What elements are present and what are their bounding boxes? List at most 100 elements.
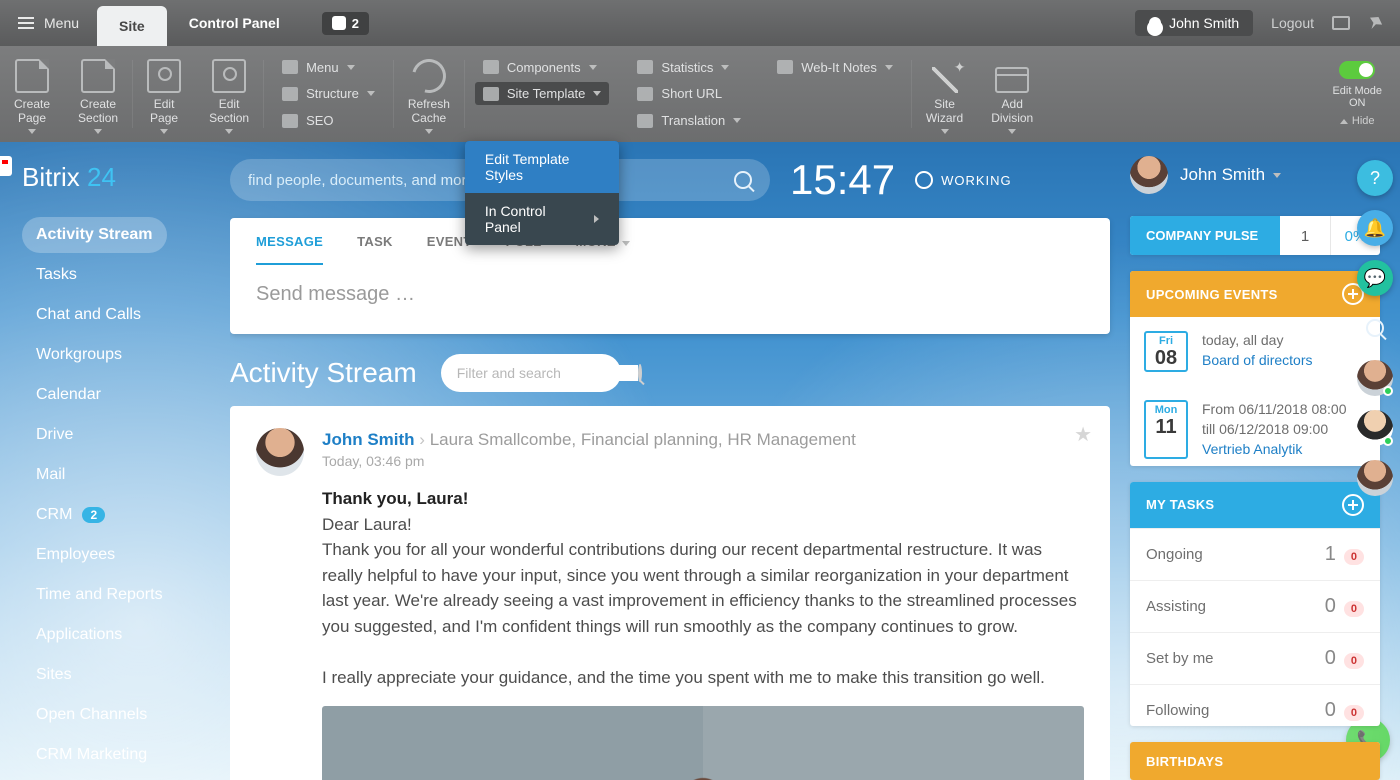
ribbon-short-url[interactable]: Short URL — [629, 82, 749, 105]
sidebar-item-chat-and-calls[interactable]: Chat and Calls — [22, 297, 155, 333]
composer-tab-message[interactable]: MESSAGE — [256, 234, 323, 265]
composer-input[interactable]: Send message … — [230, 265, 1110, 334]
avatar[interactable] — [256, 428, 304, 476]
ribbon-translation[interactable]: Translation — [629, 109, 749, 132]
task-row[interactable]: Following00 — [1130, 684, 1380, 727]
composer: MESSAGETASKEVENTPOLLMORE Send message … — [230, 218, 1110, 334]
create-section-button[interactable]: Create Section — [64, 46, 132, 142]
brand-logo[interactable]: Bitrix 24 — [22, 162, 230, 193]
create-page-button[interactable]: Create Page — [0, 46, 64, 142]
event-link[interactable]: Board of directors — [1202, 352, 1313, 368]
avatar[interactable] — [1130, 156, 1168, 194]
label: MY TASKS — [1146, 497, 1214, 512]
add-task-button[interactable] — [1342, 494, 1364, 516]
edit-section-button[interactable]: Edit Section — [195, 46, 263, 142]
sidebar-item-mail[interactable]: Mail — [22, 457, 79, 493]
chat-button[interactable]: 💬 — [1357, 260, 1393, 296]
ribbon-seo[interactable]: SEO — [274, 109, 383, 132]
ribbon-components[interactable]: Components — [475, 56, 610, 79]
label: Edit Mode — [1332, 85, 1382, 97]
refresh-cache-button[interactable]: Refresh Cache — [394, 46, 464, 142]
event-row[interactable]: Fri08today, all dayBoard of directors — [1130, 317, 1380, 386]
post-author-link[interactable]: John Smith — [322, 430, 415, 449]
sidebar-item-sites[interactable]: Sites — [22, 657, 86, 693]
search-icon[interactable] — [638, 364, 642, 382]
edit-mode-toggle[interactable] — [1339, 61, 1375, 79]
hide-ribbon-link[interactable]: Hide — [1340, 115, 1375, 127]
collapse-flag-icon[interactable] — [0, 156, 12, 176]
task-row[interactable]: Ongoing10 — [1130, 528, 1380, 580]
working-status[interactable]: WORKING — [915, 171, 1012, 189]
birthdays-header: BIRTHDAYS — [1130, 742, 1380, 780]
tab-control-panel[interactable]: Control Panel — [167, 0, 302, 46]
label: Structure — [306, 86, 359, 101]
post-greeting: Dear Laura! — [322, 515, 412, 534]
admin-user-chip[interactable]: John Smith — [1135, 10, 1253, 36]
sidebar-item-employees[interactable]: Employees — [22, 537, 129, 573]
ribbon-site-template[interactable]: Site Template — [475, 82, 610, 105]
sidebar-item-activity-stream[interactable]: Activity Stream — [22, 217, 167, 253]
events-header: UPCOMING EVENTS — [1130, 271, 1380, 317]
page-plus-icon — [15, 59, 49, 93]
chevron-right-icon — [594, 215, 599, 223]
pin-icon[interactable] — [1365, 13, 1384, 32]
site-wizard-button[interactable]: Site Wizard — [912, 46, 977, 142]
label: In Control Panel — [485, 203, 565, 235]
task-count: 0 — [1325, 647, 1336, 669]
logout-link[interactable]: Logout — [1271, 15, 1314, 31]
sidebar-item-calendar[interactable]: Calendar — [22, 377, 115, 413]
upcoming-events-widget: UPCOMING EVENTS Fri08today, all dayBoard… — [1130, 271, 1380, 465]
sidebar-item-applications[interactable]: Applications — [22, 617, 136, 653]
label: Statistics — [661, 60, 713, 75]
sidebar-item-time-and-reports[interactable]: Time and Reports — [22, 577, 177, 613]
sidebar-item-drive[interactable]: Drive — [22, 417, 87, 453]
notification-pill[interactable]: 2 — [322, 12, 369, 35]
folder-plus-icon — [81, 59, 115, 93]
post-paragraph-2: I really appreciate your guidance, and t… — [322, 668, 1045, 687]
notifications-button[interactable]: 🔔 — [1357, 210, 1393, 246]
post-attachment-image[interactable] — [322, 706, 1084, 780]
sidebar: Bitrix 24 Activity Stream Tasks Chat and C… — [0, 142, 230, 780]
stream-filter[interactable] — [441, 354, 621, 392]
event-when: today, all day — [1202, 331, 1313, 351]
ribbon-statistics[interactable]: Statistics — [629, 56, 749, 79]
pulse-label[interactable]: COMPANY PULSE — [1130, 216, 1280, 255]
event-link[interactable]: Vertrieb Analytik — [1202, 441, 1302, 457]
search-icon[interactable] — [734, 171, 752, 189]
tab-site[interactable]: Site — [97, 6, 167, 46]
admin-menu-button[interactable]: Menu — [0, 15, 97, 31]
composer-tab-task[interactable]: TASK — [357, 234, 393, 265]
ribbon-webit-notes[interactable]: Web-It Notes — [769, 56, 901, 79]
task-count: 1 — [1325, 543, 1336, 565]
post-paragraph-1: Thank you for all your wonderful contrib… — [322, 540, 1077, 636]
dd-edit-template-styles[interactable]: Edit Template Styles — [465, 141, 620, 193]
sidebar-item-crm[interactable]: CRM2 — [22, 497, 119, 533]
star-icon[interactable]: ★ — [1074, 422, 1092, 447]
sidebar-item-workgroups[interactable]: Workgroups — [22, 337, 136, 373]
refresh-icon — [406, 53, 452, 99]
add-division-button[interactable]: Add Division — [977, 46, 1047, 142]
contact-avatar[interactable] — [1357, 410, 1393, 446]
stream-title: Activity Stream — [230, 357, 417, 389]
label: Web-It Notes — [801, 60, 877, 75]
label: John Smith — [1180, 165, 1265, 185]
dd-in-control-panel[interactable]: In Control Panel — [465, 193, 620, 245]
ribbon-structure[interactable]: Structure — [274, 82, 383, 105]
current-user-dropdown[interactable]: John Smith — [1180, 165, 1281, 185]
sidebar-item-open-channels[interactable]: Open Channels — [22, 697, 161, 733]
contact-avatar[interactable] — [1357, 360, 1393, 396]
event-row[interactable]: Mon11From 06/11/2018 08:00 till 06/12/20… — [1130, 386, 1380, 465]
help-button[interactable]: ? — [1357, 160, 1393, 196]
label: Edit Page — [150, 97, 178, 125]
filter-input[interactable] — [457, 365, 638, 381]
sidebar-item-crm-marketing[interactable]: CRM Marketing — [22, 737, 161, 773]
edit-page-button[interactable]: Edit Page — [133, 46, 195, 142]
sidebar-item-tasks[interactable]: Tasks — [22, 257, 91, 293]
task-row[interactable]: Set by me00 — [1130, 632, 1380, 684]
ribbon-menu[interactable]: Menu — [274, 56, 383, 79]
task-row[interactable]: Assisting00 — [1130, 580, 1380, 632]
window-icon[interactable] — [1332, 16, 1350, 30]
tree-icon — [282, 87, 298, 101]
contact-avatar[interactable] — [1357, 460, 1393, 496]
rail-search-button[interactable] — [1357, 310, 1393, 346]
